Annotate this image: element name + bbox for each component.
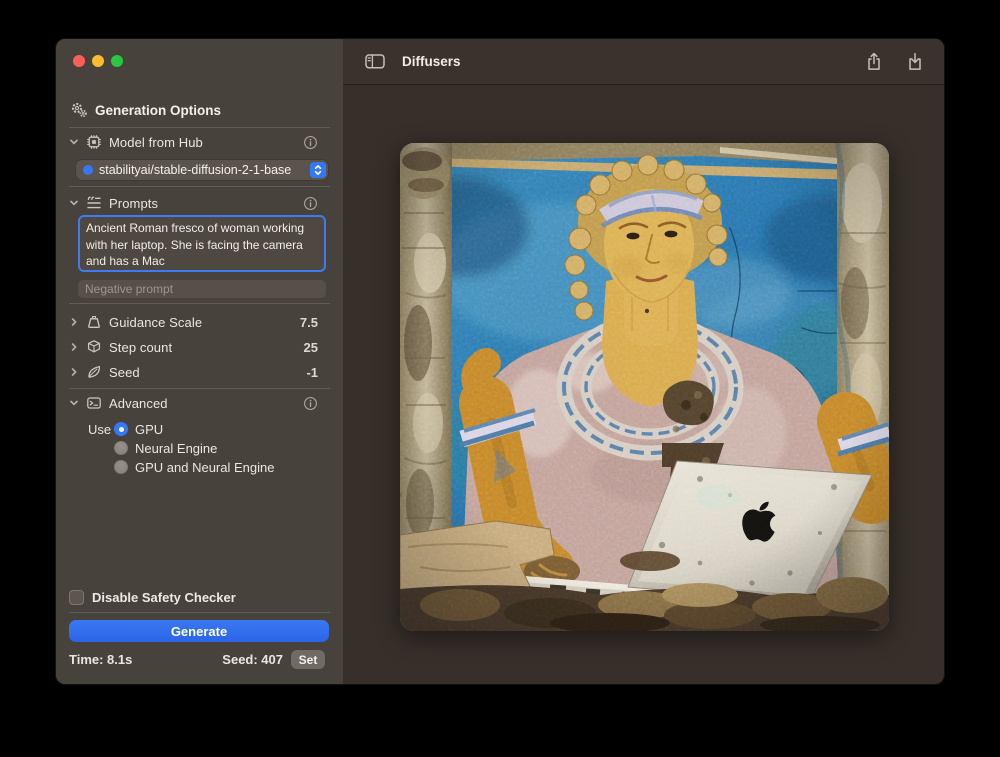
window-title: Diffusers <box>402 54 461 69</box>
prompts-section-label: Prompts <box>109 196 158 211</box>
divider <box>69 303 330 304</box>
advanced-section-row[interactable]: Advanced <box>56 394 343 412</box>
radio-gpu[interactable] <box>114 422 128 436</box>
gpu-option-label: GPU <box>135 422 163 437</box>
terminal-icon <box>86 395 102 411</box>
chevron-right-icon[interactable] <box>69 367 81 377</box>
step-count-value: 25 <box>304 340 318 355</box>
generate-button[interactable]: Generate <box>69 620 329 642</box>
zoom-button[interactable] <box>111 55 123 67</box>
model-status-dot <box>83 165 93 175</box>
info-icon[interactable] <box>303 196 318 211</box>
seed-row[interactable]: Seed -1 <box>56 363 343 381</box>
set-seed-button[interactable]: Set <box>291 650 325 669</box>
minimize-button[interactable] <box>92 55 104 67</box>
traffic-lights <box>73 55 123 67</box>
guidance-scale-row[interactable]: Guidance Scale 7.5 <box>56 313 343 331</box>
model-section-row[interactable]: Model from Hub <box>56 133 343 151</box>
compute-option-gpu-neural-engine[interactable]: GPU and Neural Engine <box>56 459 343 475</box>
chevron-right-icon[interactable] <box>69 342 81 352</box>
prompts-section-row[interactable]: Prompts <box>56 194 343 212</box>
divider <box>69 388 330 389</box>
compute-option-gpu[interactable]: Use GPU <box>56 421 343 437</box>
generation-time: Time: 8.1s <box>69 652 132 667</box>
toggle-sidebar-icon[interactable] <box>365 53 385 70</box>
guidance-scale-value: 7.5 <box>300 315 318 330</box>
share-icon[interactable] <box>865 51 883 72</box>
gears-icon <box>71 102 87 118</box>
guidance-scale-label: Guidance Scale <box>109 315 202 330</box>
advanced-section-label: Advanced <box>109 396 168 411</box>
disable-safety-checker-label: Disable Safety Checker <box>92 590 236 605</box>
cpu-icon <box>86 134 102 150</box>
step-count-row[interactable]: Step count 25 <box>56 338 343 356</box>
chevron-down-icon[interactable] <box>69 137 81 147</box>
last-seed: Seed: 407 <box>222 652 283 667</box>
page-title: Generation Options <box>95 103 221 118</box>
use-label: Use <box>88 422 111 437</box>
seed-label: Seed <box>109 365 140 380</box>
safety-checker-row[interactable]: Disable Safety Checker <box>56 588 343 606</box>
negative-prompt-input[interactable] <box>78 280 326 298</box>
status-bar: Time: 8.1s Seed: 407 Set <box>56 650 343 670</box>
radio-gpu-and-neural-engine[interactable] <box>114 460 128 474</box>
select-stepper-icon[interactable] <box>310 162 326 178</box>
model-select-value: stabilityai/stable-diffusion-2-1-base <box>99 163 310 177</box>
weight-icon <box>86 314 102 330</box>
prompt-input[interactable]: Ancient Roman fresco of woman working wi… <box>78 215 326 272</box>
compute-option-neural-engine[interactable]: Neural Engine <box>56 440 343 456</box>
cube-icon <box>86 339 102 355</box>
model-section-label: Model from Hub <box>109 135 203 150</box>
info-icon[interactable] <box>303 135 318 150</box>
generation-options-header: Generation Options <box>56 101 343 119</box>
main-area: Diffusers <box>343 39 944 684</box>
seed-value: -1 <box>306 365 318 380</box>
step-count-label: Step count <box>109 340 172 355</box>
chevron-down-icon[interactable] <box>69 398 81 408</box>
leaf-icon <box>86 364 102 380</box>
disable-safety-checker-checkbox[interactable] <box>69 590 84 605</box>
save-image-icon[interactable] <box>906 51 924 72</box>
close-button[interactable] <box>73 55 85 67</box>
canvas-area <box>343 85 944 684</box>
app-window: Generation Options Model from Hub <box>55 38 945 685</box>
divider <box>69 186 330 187</box>
radio-neural-engine[interactable] <box>114 441 128 455</box>
generated-image[interactable] <box>400 143 889 631</box>
divider <box>69 612 330 613</box>
model-select[interactable]: stabilityai/stable-diffusion-2-1-base <box>76 160 328 180</box>
chevron-right-icon[interactable] <box>69 317 81 327</box>
titlebar: Diffusers <box>343 39 944 85</box>
gpu-and-neural-engine-option-label: GPU and Neural Engine <box>135 460 274 475</box>
divider <box>69 127 330 128</box>
quote-lines-icon <box>86 195 102 211</box>
chevron-down-icon[interactable] <box>69 198 81 208</box>
sidebar: Generation Options Model from Hub <box>56 39 343 684</box>
info-icon[interactable] <box>303 396 318 411</box>
neural-engine-option-label: Neural Engine <box>135 441 217 456</box>
